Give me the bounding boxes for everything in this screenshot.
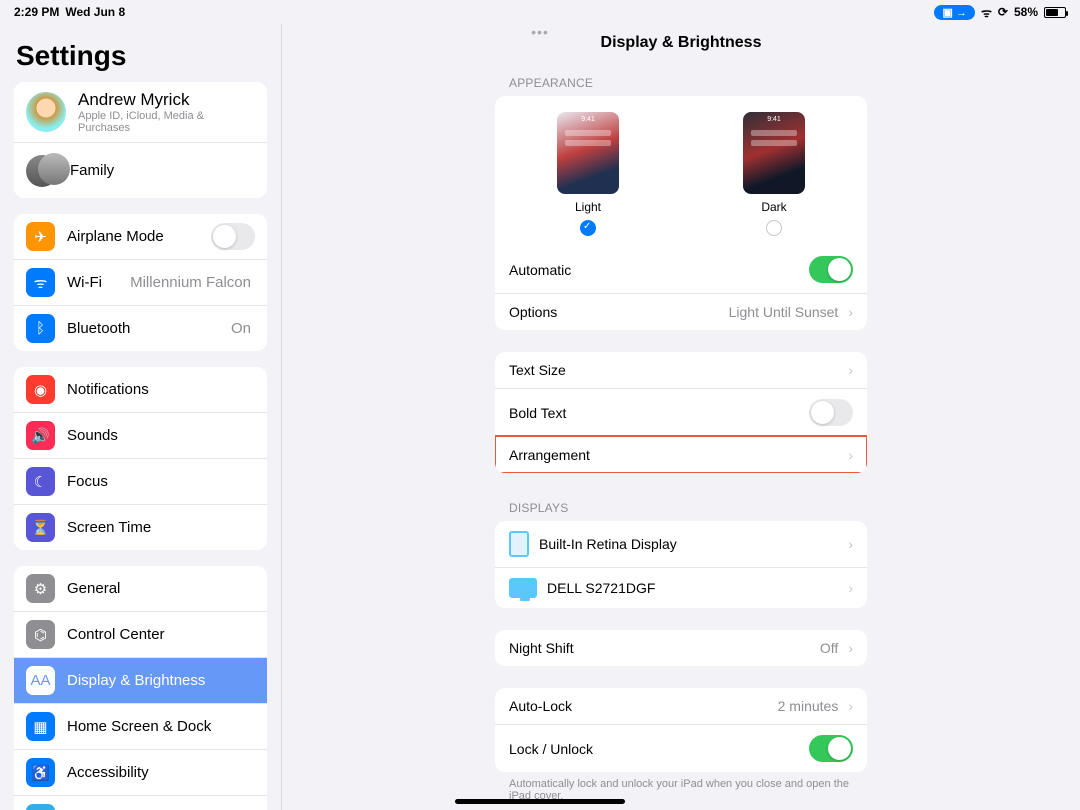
bluetooth-icon: ᛒ <box>26 314 55 343</box>
appearance-option-light[interactable]: Light <box>557 112 619 236</box>
hourglass-icon: ⏳ <box>26 513 55 542</box>
textsize-icon: AA <box>26 666 55 695</box>
avatar <box>26 92 66 132</box>
row-builtin-display[interactable]: Built-In Retina Display › <box>495 521 867 567</box>
airplane-toggle[interactable] <box>211 223 255 250</box>
row-options[interactable]: Options Light Until Sunset › <box>495 293 867 330</box>
chevron-right-icon: › <box>848 580 853 596</box>
appearance-option-dark[interactable]: Dark <box>743 112 805 236</box>
row-textsize[interactable]: Text Size › <box>495 352 867 388</box>
battery-pct: 58% <box>1014 5 1038 19</box>
bell-icon: ◉ <box>26 375 55 404</box>
chevron-right-icon: › <box>848 536 853 552</box>
profile-sub: Apple ID, iCloud, Media & Purchases <box>78 110 255 134</box>
sidebar-item-accessibility[interactable]: ♿ Accessibility <box>14 749 267 795</box>
sidebar: Settings Andrew Myrick Apple ID, iCloud,… <box>0 24 282 810</box>
family-avatars-icon <box>26 155 58 187</box>
sidebar-item-wallpaper[interactable]: ❀ Wallpaper <box>14 795 267 810</box>
section-header-appearance: APPEARANCE <box>495 70 867 96</box>
airplane-icon: ✈ <box>26 222 55 251</box>
wifi-icon: ᯤ <box>26 268 55 297</box>
orientation-lock-icon: ⟳ <box>998 5 1008 19</box>
row-lockunlock[interactable]: Lock / Unlock <box>495 724 867 772</box>
grid-icon: ▦ <box>26 712 55 741</box>
automatic-toggle[interactable] <box>809 256 853 283</box>
profile-name: Andrew Myrick <box>78 90 255 110</box>
sidebar-item-controlcenter[interactable]: ⌬ Control Center <box>14 611 267 657</box>
chevron-right-icon: › <box>848 362 853 378</box>
ipad-icon <box>509 531 529 557</box>
accessibility-icon: ♿ <box>26 758 55 787</box>
sliders-icon: ⌬ <box>26 620 55 649</box>
speaker-icon: 🔊 <box>26 421 55 450</box>
sidebar-item-family[interactable]: Family <box>14 142 267 198</box>
sidebar-item-airplane[interactable]: ✈ Airplane Mode <box>14 214 267 259</box>
screen-mirror-pill[interactable]: ▣ → <box>934 5 974 20</box>
sidebar-item-wifi[interactable]: ᯤ Wi-Fi Millennium Falcon <box>14 259 267 305</box>
gear-icon: ⚙ <box>26 574 55 603</box>
moon-icon: ☾ <box>26 467 55 496</box>
chevron-right-icon: › <box>848 698 853 714</box>
wifi-icon: ᯤ <box>981 4 992 21</box>
chevron-right-icon: › <box>848 304 853 320</box>
status-date: Wed Jun 8 <box>65 5 125 19</box>
sidebar-item-appleid[interactable]: Andrew Myrick Apple ID, iCloud, Media & … <box>14 82 267 142</box>
sidebar-item-screentime[interactable]: ⏳ Screen Time <box>14 504 267 550</box>
monitor-icon <box>509 578 537 598</box>
row-nightshift[interactable]: Night Shift Off › <box>495 630 867 666</box>
radio-dark[interactable] <box>766 220 782 236</box>
sidebar-item-focus[interactable]: ☾ Focus <box>14 458 267 504</box>
status-bar: 2:29 PM Wed Jun 8 ▣ → ᯤ ⟳ 58% <box>0 0 1080 24</box>
row-automatic[interactable]: Automatic <box>495 246 867 293</box>
battery-icon <box>1044 7 1066 18</box>
boldtext-toggle[interactable] <box>809 399 853 426</box>
sidebar-item-general[interactable]: ⚙ General <box>14 566 267 611</box>
section-header-displays: DISPLAYS <box>495 495 867 521</box>
chevron-right-icon: › <box>848 447 853 463</box>
row-external-display[interactable]: DELL S2721DGF › <box>495 567 867 608</box>
row-arrangement[interactable]: Arrangement › <box>495 436 867 473</box>
flower-icon: ❀ <box>26 804 55 810</box>
multitask-dots-icon[interactable]: ••• <box>531 24 549 40</box>
row-autolock[interactable]: Auto-Lock 2 minutes › <box>495 688 867 724</box>
dark-thumbnail <box>743 112 805 194</box>
status-time: 2:29 PM <box>14 5 59 19</box>
radio-light[interactable] <box>580 220 596 236</box>
detail-pane: Display & Brightness APPEARANCE Light Da… <box>282 24 1080 810</box>
detail-title: Display & Brightness <box>282 24 1080 70</box>
light-thumbnail <box>557 112 619 194</box>
lockunlock-toggle[interactable] <box>809 735 853 762</box>
sidebar-item-homescreen[interactable]: ▦ Home Screen & Dock <box>14 703 267 749</box>
sidebar-item-display[interactable]: AA Display & Brightness <box>14 657 267 703</box>
home-indicator[interactable] <box>455 799 625 804</box>
sidebar-item-bluetooth[interactable]: ᛒ Bluetooth On <box>14 305 267 351</box>
row-boldtext[interactable]: Bold Text <box>495 388 867 436</box>
settings-title: Settings <box>14 34 267 82</box>
sidebar-item-sounds[interactable]: 🔊 Sounds <box>14 412 267 458</box>
sidebar-item-notifications[interactable]: ◉ Notifications <box>14 367 267 412</box>
chevron-right-icon: › <box>848 640 853 656</box>
